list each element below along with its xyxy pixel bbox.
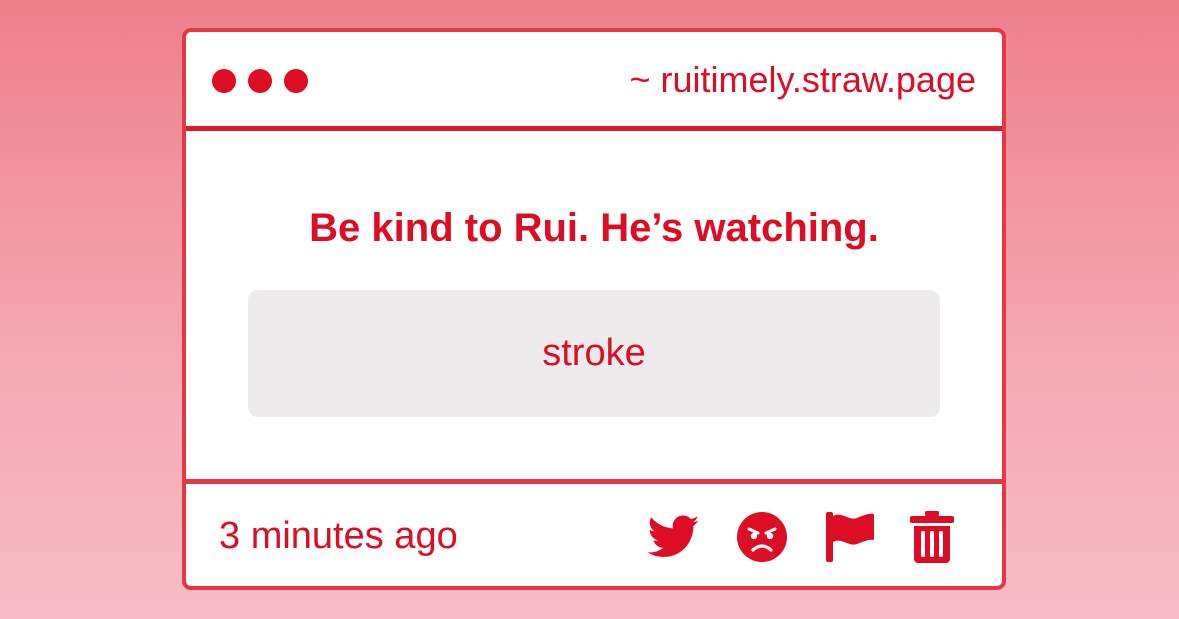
post-content: Be kind to Rui. He’s watching. stroke <box>186 131 1002 484</box>
trash-icon <box>910 511 954 563</box>
react-angry-button[interactable] <box>736 511 788 563</box>
question-text: Be kind to Rui. He’s watching. <box>309 206 879 250</box>
delete-button[interactable] <box>910 511 954 563</box>
twitter-icon <box>648 515 700 557</box>
angry-face-icon <box>737 512 787 562</box>
post-footer: 3 minutes ago <box>186 484 1002 586</box>
flag-icon <box>826 512 874 562</box>
report-button[interactable] <box>824 510 876 564</box>
page-card: ~ ruitimely.straw.page Be kind to Rui. H… <box>182 28 1006 590</box>
window-dot-2 <box>248 69 272 93</box>
twitter-share-button[interactable] <box>648 514 700 560</box>
post-actions <box>648 508 954 566</box>
post-timestamp: 3 minutes ago <box>219 515 458 557</box>
window-titlebar: ~ ruitimely.straw.page <box>186 32 1002 131</box>
window-dot-3 <box>284 69 308 93</box>
answer-text: stroke <box>542 332 646 374</box>
window-dot-1 <box>212 69 236 93</box>
answer-box: stroke <box>248 290 940 417</box>
window-controls <box>212 69 308 93</box>
page-url: ~ ruitimely.straw.page <box>629 59 976 100</box>
